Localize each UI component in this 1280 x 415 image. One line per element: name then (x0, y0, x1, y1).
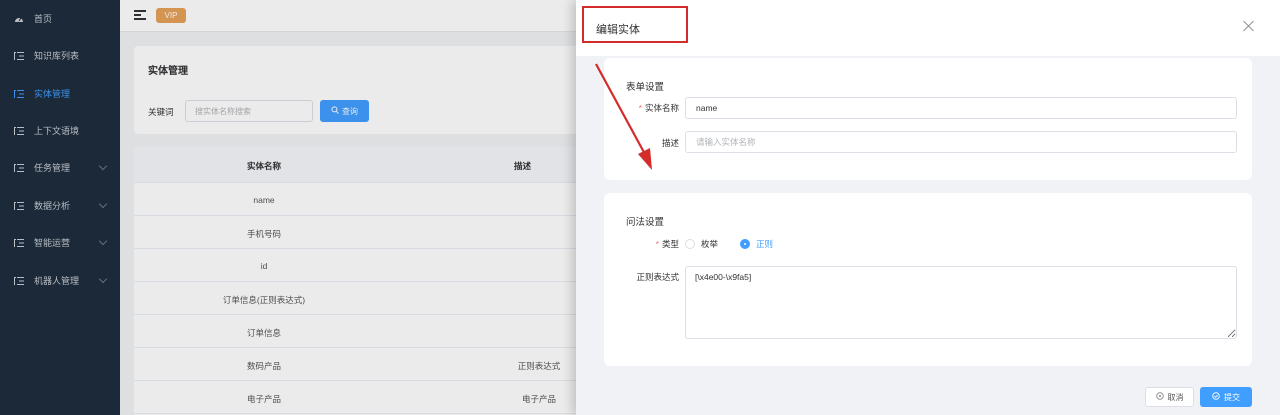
submit-button-label: 提交 (1224, 392, 1240, 402)
modal-overlay[interactable] (0, 0, 576, 415)
required-mark: * (638, 103, 642, 113)
drawer-header: 编辑实体 (576, 0, 1280, 56)
question-settings-section: 问法设置 * 类型 枚举 正则 正则表达式 [\x4e00-\x9fa5] (604, 193, 1252, 366)
cancel-button-label: 取消 (1167, 392, 1184, 402)
required-mark: * (655, 239, 659, 249)
regex-label: 正则表达式 (636, 272, 679, 282)
submit-button[interactable]: 提交 (1200, 387, 1252, 407)
type-label: * 类型 (655, 239, 679, 249)
description-input[interactable] (685, 131, 1237, 153)
radio-circle-icon (685, 239, 695, 249)
close-icon[interactable] (1243, 20, 1255, 32)
radio-label: 正则 (756, 239, 774, 249)
check-circle-icon (1212, 392, 1220, 402)
regex-textarea[interactable]: [\x4e00-\x9fa5] (685, 266, 1237, 339)
radio-enum[interactable]: 枚举 (685, 238, 718, 250)
cancel-circle-icon (1155, 392, 1164, 402)
entity-name-input[interactable] (685, 97, 1237, 119)
section-title: 问法设置 (626, 217, 665, 228)
section-title: 表单设置 (626, 82, 665, 93)
form-settings-section: 表单设置 *实体名称 描述 (604, 58, 1252, 180)
radio-label: 枚举 (701, 239, 719, 249)
annotation-highlight-box (582, 6, 688, 43)
radio-regex[interactable]: 正则 (740, 238, 773, 250)
description-label: 描述 (661, 138, 679, 148)
entity-name-label: * 实体名称 (638, 103, 679, 113)
cancel-button[interactable]: 取消 (1145, 387, 1194, 407)
edit-entity-drawer: 编辑实体 表单设置 *实体名称 描述 问法设置 *类型 枚举 正则 正则表达式 … (576, 0, 1280, 415)
radio-checked-icon (740, 239, 750, 249)
